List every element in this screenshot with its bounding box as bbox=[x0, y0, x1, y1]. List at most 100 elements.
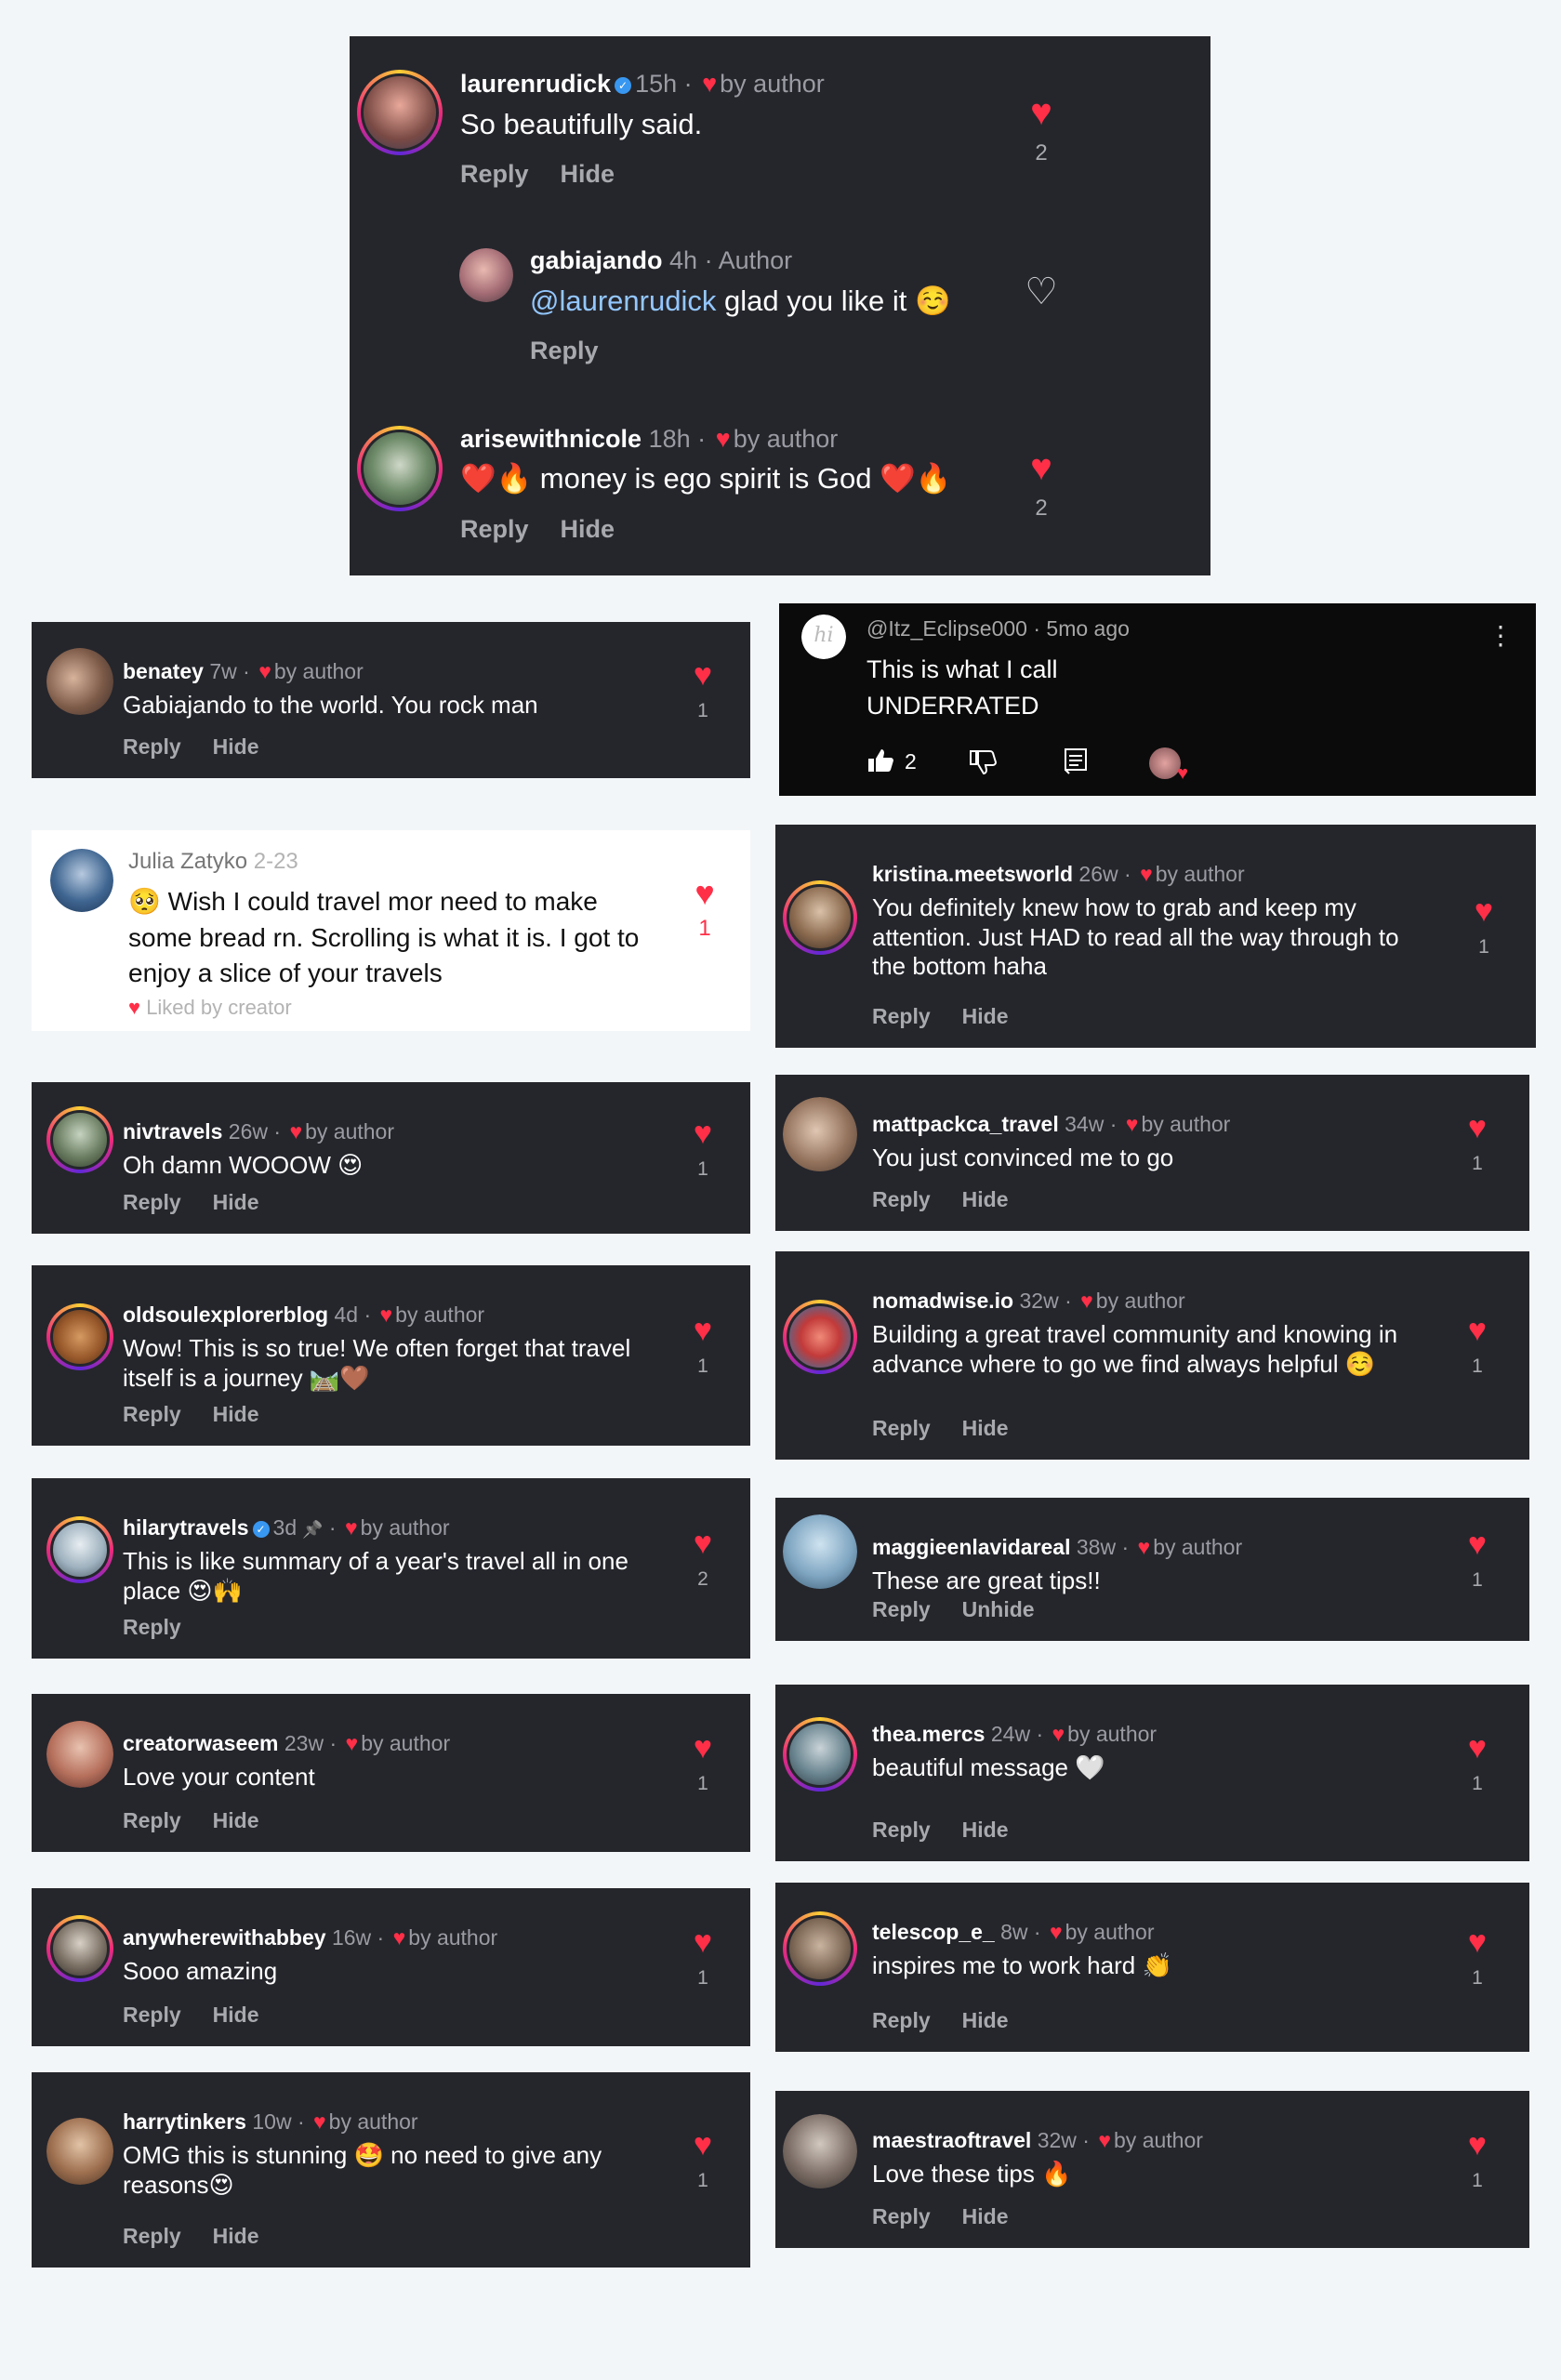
hide-button[interactable]: Hide bbox=[213, 1808, 259, 1832]
username[interactable]: gabiajando bbox=[530, 246, 663, 274]
hide-button[interactable]: Hide bbox=[962, 1004, 1009, 1028]
hide-button[interactable]: Hide bbox=[561, 160, 615, 188]
like-control[interactable]: ♥ 1 bbox=[681, 1117, 725, 1181]
username[interactable]: nomadwise.io bbox=[872, 1289, 1013, 1313]
like-control[interactable]: ♥ 1 bbox=[1455, 1112, 1500, 1175]
heart-icon[interactable]: ♥ bbox=[1455, 1112, 1500, 1144]
like-control[interactable]: ♥ 1 bbox=[682, 877, 727, 942]
avatar[interactable]: hi bbox=[801, 615, 846, 659]
username[interactable]: telescop_e_ bbox=[872, 1920, 995, 1944]
heart-icon[interactable]: ♥ bbox=[682, 877, 727, 910]
username[interactable]: oldsoulexplorerblog bbox=[123, 1302, 328, 1327]
like-control[interactable]: ♥ 1 bbox=[681, 1315, 725, 1378]
avatar[interactable] bbox=[357, 426, 443, 511]
reply-button[interactable]: Reply bbox=[460, 160, 529, 188]
hide-button[interactable]: Hide bbox=[962, 1416, 1009, 1440]
hide-button[interactable]: Hide bbox=[213, 1402, 259, 1426]
reply-button[interactable]: Reply bbox=[530, 337, 599, 364]
heart-icon[interactable]: ♥ bbox=[1455, 1528, 1500, 1560]
hide-button[interactable]: Hide bbox=[213, 734, 259, 759]
avatar[interactable] bbox=[783, 880, 857, 955]
avatar[interactable] bbox=[783, 1911, 857, 1986]
username[interactable]: mattpackca_travel bbox=[872, 1112, 1059, 1136]
hide-button[interactable]: Hide bbox=[213, 1190, 259, 1214]
avatar[interactable] bbox=[459, 248, 513, 302]
reply-button[interactable]: Reply bbox=[872, 1187, 931, 1211]
heart-icon[interactable]: ♥ bbox=[681, 1926, 725, 1958]
avatar[interactable] bbox=[46, 1105, 113, 1173]
heart-icon[interactable]: ♥ bbox=[1455, 1926, 1500, 1958]
avatar[interactable] bbox=[46, 648, 113, 715]
username[interactable]: maestraoftravel bbox=[872, 2128, 1031, 2152]
like-control[interactable]: ♡ bbox=[1019, 273, 1064, 311]
reply-button[interactable]: Reply bbox=[123, 1615, 181, 1639]
reply-button[interactable]: Reply bbox=[123, 2003, 181, 2027]
username[interactable]: Julia Zatyko bbox=[128, 849, 247, 874]
reply-button[interactable]: Reply bbox=[123, 2224, 181, 2248]
heart-icon[interactable]: ♥ bbox=[1019, 449, 1064, 486]
reply-button[interactable]: Reply bbox=[123, 1808, 181, 1832]
hide-button[interactable]: Unhide bbox=[962, 1597, 1035, 1621]
avatar[interactable] bbox=[783, 1300, 857, 1374]
hide-button[interactable]: Hide bbox=[213, 2224, 259, 2248]
avatar[interactable] bbox=[46, 2118, 113, 2185]
reply-icon[interactable] bbox=[1064, 747, 1088, 780]
username[interactable]: laurenrudick bbox=[460, 70, 611, 98]
heart-icon[interactable]: ♥ bbox=[681, 1732, 725, 1764]
mention-link[interactable]: @laurenrudick bbox=[530, 284, 716, 317]
heart-icon[interactable]: ♥ bbox=[681, 659, 725, 691]
username[interactable]: benatey bbox=[123, 659, 204, 683]
username[interactable]: kristina.meetsworld bbox=[872, 862, 1073, 886]
like-control[interactable]: ♥ 1 bbox=[681, 1926, 725, 1990]
reply-button[interactable]: Reply bbox=[460, 515, 529, 543]
like-control[interactable]: ♥ 1 bbox=[1462, 895, 1506, 959]
heart-outline-icon[interactable]: ♡ bbox=[1019, 273, 1064, 311]
username[interactable]: thea.mercs bbox=[872, 1722, 985, 1746]
heart-icon[interactable]: ♥ bbox=[1455, 1315, 1500, 1346]
heart-icon[interactable]: ♥ bbox=[681, 1117, 725, 1149]
reply-button[interactable]: Reply bbox=[872, 1004, 931, 1028]
thumbs-down-icon[interactable] bbox=[969, 749, 998, 780]
avatar[interactable] bbox=[50, 849, 113, 912]
reply-button[interactable]: Reply bbox=[872, 1818, 931, 1842]
thumbs-up-icon[interactable] bbox=[866, 747, 894, 778]
hide-button[interactable]: Hide bbox=[561, 515, 615, 543]
like-control[interactable]: ♥ 1 bbox=[1455, 1528, 1500, 1592]
reply-button[interactable]: Reply bbox=[872, 1416, 931, 1440]
hide-button[interactable]: Hide bbox=[962, 2008, 1009, 2032]
heart-icon[interactable]: ♥ bbox=[681, 1527, 725, 1559]
heart-icon[interactable]: ♥ bbox=[1019, 94, 1064, 131]
username[interactable]: anywherewithabbey bbox=[123, 1925, 326, 1950]
heart-icon[interactable]: ♥ bbox=[1455, 1732, 1500, 1764]
reply-button[interactable]: Reply bbox=[123, 1190, 181, 1214]
avatar[interactable] bbox=[46, 1915, 113, 1982]
username[interactable]: maggieenlavidareal bbox=[872, 1535, 1071, 1559]
like-control[interactable]: ♥ 2 bbox=[1019, 449, 1064, 522]
avatar[interactable] bbox=[783, 2113, 857, 2188]
avatar[interactable] bbox=[783, 1717, 857, 1792]
username[interactable]: @Itz_Eclipse000 bbox=[866, 616, 1027, 641]
hide-button[interactable]: Hide bbox=[962, 2204, 1009, 2228]
hide-button[interactable]: Hide bbox=[962, 1187, 1009, 1211]
like-control[interactable]: ♥ 1 bbox=[681, 2129, 725, 2192]
username[interactable]: harrytinkers bbox=[123, 2109, 246, 2134]
reply-button[interactable]: Reply bbox=[872, 1597, 931, 1621]
reply-button[interactable]: Reply bbox=[123, 1402, 181, 1426]
username[interactable]: creatorwaseem bbox=[123, 1731, 279, 1755]
heart-icon[interactable]: ♥ bbox=[681, 1315, 725, 1346]
like-control[interactable]: ♥ 1 bbox=[1455, 2129, 1500, 2192]
avatar[interactable] bbox=[46, 1303, 113, 1370]
more-options-icon[interactable]: ⋮ bbox=[1488, 620, 1514, 651]
avatar[interactable] bbox=[46, 1516, 113, 1583]
username[interactable]: hilarytravels bbox=[123, 1515, 249, 1540]
reply-button[interactable]: Reply bbox=[872, 2008, 931, 2032]
like-control[interactable]: ♥ 1 bbox=[681, 1732, 725, 1795]
hide-button[interactable]: Hide bbox=[213, 2003, 259, 2027]
avatar[interactable] bbox=[783, 1097, 857, 1171]
like-control[interactable]: ♥ 1 bbox=[1455, 1926, 1500, 1990]
like-control[interactable]: ♥ 2 bbox=[681, 1527, 725, 1591]
avatar[interactable] bbox=[46, 1721, 113, 1788]
like-control[interactable]: ♥ 1 bbox=[1455, 1315, 1500, 1378]
reply-button[interactable]: Reply bbox=[123, 734, 181, 759]
username[interactable]: nivtravels bbox=[123, 1119, 222, 1144]
